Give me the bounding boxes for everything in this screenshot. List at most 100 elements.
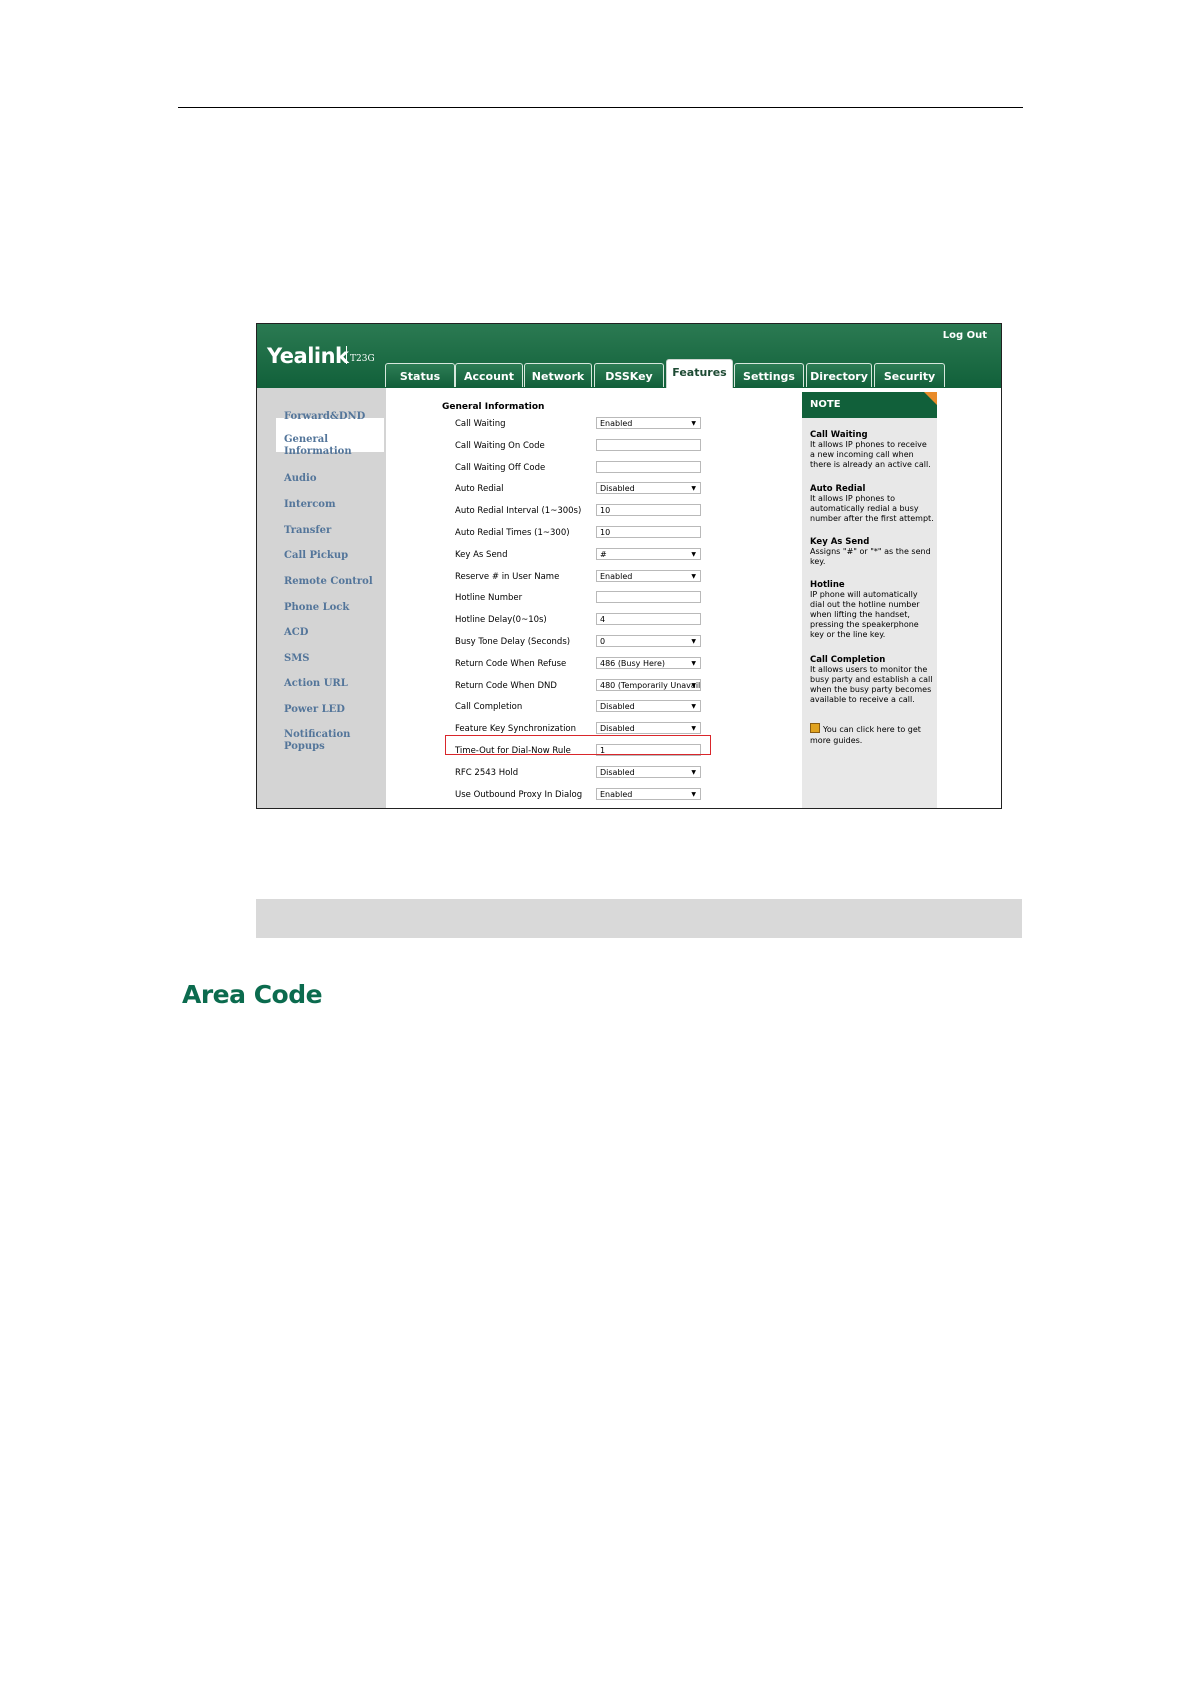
- sidebar-item-audio[interactable]: Audio: [284, 473, 317, 485]
- dropdown-arrow-icon: ▼: [691, 768, 696, 776]
- text-field[interactable]: [596, 591, 701, 604]
- field-value: 4: [600, 615, 606, 625]
- select-field[interactable]: Disabled ▼: [596, 700, 701, 713]
- note-item-text: IP phone will automatically dial out the…: [810, 590, 920, 639]
- note-item: Hotline IP phone will automatically dial …: [810, 580, 934, 640]
- tab-settings[interactable]: Settings: [734, 363, 804, 387]
- note-body: Call Waiting It allows IP phones to recei…: [802, 418, 937, 808]
- field-value: 10: [600, 528, 611, 537]
- text-field[interactable]: 10: [596, 526, 701, 538]
- tab-status[interactable]: Status: [385, 363, 455, 387]
- field-value: Disabled: [600, 484, 635, 494]
- note-item: Auto Redial It allows IP phones to automa…: [810, 484, 934, 524]
- field-value: Disabled: [600, 702, 635, 712]
- dropdown-arrow-icon: ▼: [691, 550, 696, 558]
- select-field[interactable]: Enabled ▼: [596, 417, 701, 429]
- dropdown-arrow-icon: ▼: [691, 681, 696, 689]
- note-item-title: Call Completion: [810, 655, 886, 665]
- highlight-box: [445, 735, 711, 755]
- note-item-text: It allows users to monitor the busy part…: [810, 665, 933, 704]
- sidebar-item-forward-dnd[interactable]: Forward&DND: [284, 411, 365, 423]
- book-icon: [810, 723, 820, 733]
- guide-link[interactable]: You can click here to get more guides.: [810, 723, 934, 746]
- guide-text: You can click here to get more guides.: [810, 725, 921, 745]
- select-field[interactable]: 480 (Temporarily Unavail ▼: [596, 678, 701, 691]
- tab-network[interactable]: Network: [524, 363, 592, 387]
- sidebar-item-action-url[interactable]: Action URL: [284, 678, 348, 690]
- field-label: Feature Key Synchronization: [455, 724, 577, 735]
- tab-directory[interactable]: Directory: [806, 363, 872, 387]
- dropdown-arrow-icon: ▼: [691, 790, 696, 798]
- text-field[interactable]: [596, 460, 701, 473]
- select-field[interactable]: Disabled ▼: [596, 482, 701, 495]
- sidebar-item-power-led[interactable]: Power LED: [284, 704, 345, 716]
- field-label: Auto Redial Interval (1~300s): [455, 506, 582, 517]
- header-rule: [178, 107, 1023, 108]
- tab-dsskey[interactable]: DSSKey: [594, 363, 664, 387]
- field-label: Return Code When DND: [455, 680, 557, 691]
- field-value: 0: [600, 637, 606, 646]
- field-label: Key As Send: [455, 549, 508, 560]
- settings-form: General Information Call Waiting Enabled ▼…: [386, 388, 800, 808]
- field-label: Hotline Delay(0~10s): [455, 615, 547, 626]
- note-item-text: Assigns "#" or "*" as the send key.: [810, 547, 931, 566]
- web-ui-screenshot: Yealink T23G Log Out Status Account Networ…: [256, 323, 1002, 809]
- field-label: Call Waiting: [455, 419, 506, 429]
- field-value: 486 (Busy Here): [600, 658, 666, 668]
- sidebar-item-notification-popups[interactable]: Notification Popups: [284, 729, 384, 753]
- model-label: T23G: [350, 354, 375, 364]
- select-field[interactable]: 486 (Busy Here) ▼: [596, 656, 701, 669]
- field-value: Disabled: [600, 724, 635, 734]
- field-value: Enabled: [600, 571, 633, 581]
- sidebar-item-intercom[interactable]: Intercom: [284, 499, 336, 511]
- dropdown-arrow-icon: ▼: [691, 725, 696, 733]
- dropdown-arrow-icon: ▼: [691, 485, 696, 493]
- dropdown-arrow-icon: ▼: [691, 638, 696, 645]
- field-label: Return Code When Refuse: [455, 658, 567, 669]
- logout-link[interactable]: Log Out: [943, 330, 987, 341]
- select-field[interactable]: Enabled ▼: [596, 569, 701, 582]
- field-label: Hotline Number: [455, 593, 523, 604]
- dropdown-arrow-icon: ▼: [691, 659, 696, 667]
- field-label: Auto Redial Times (1~300): [455, 528, 570, 538]
- field-value: #: [600, 549, 607, 559]
- note-item-title: Auto Redial: [810, 484, 866, 494]
- select-field[interactable]: Disabled ▼: [596, 765, 701, 778]
- yealink-logo: Yealink: [267, 344, 349, 368]
- sidebar-item-call-pickup[interactable]: Call Pickup: [284, 550, 348, 562]
- sidebar-item-sms[interactable]: SMS: [284, 653, 310, 665]
- sidebar-item-transfer[interactable]: Transfer: [284, 525, 331, 537]
- field-value: Enabled: [600, 419, 633, 428]
- text-field[interactable]: [596, 438, 701, 451]
- note-panel: NOTE Call Waiting It allows IP phones to …: [800, 388, 1001, 808]
- sidebar-item-phone-lock[interactable]: Phone Lock: [284, 602, 349, 614]
- note-item-text: It allows IP phones to automatically red…: [810, 494, 934, 523]
- note-corner-icon: [924, 392, 937, 405]
- note-item-title: Hotline: [810, 580, 845, 590]
- tab-features[interactable]: Features: [666, 359, 733, 388]
- select-field[interactable]: Disabled ▼: [596, 722, 701, 735]
- select-field[interactable]: # ▼: [596, 547, 701, 560]
- select-field[interactable]: Enabled ▼: [596, 787, 701, 800]
- field-label: Auto Redial: [455, 484, 504, 495]
- note-item-title: Key As Send: [810, 537, 870, 547]
- field-value: 480 (Temporarily Unavail: [600, 680, 701, 690]
- text-field[interactable]: 4: [596, 613, 701, 626]
- section-title: General Information: [442, 402, 545, 412]
- sidebar-item-remote-control[interactable]: Remote Control: [284, 576, 373, 588]
- note-item: Call Completion It allows users to monito…: [810, 655, 934, 705]
- note-item-text: It allows IP phones to receive a new inc…: [810, 440, 931, 469]
- note-item: Key As Send Assigns "#" or "*" as the sen…: [810, 537, 934, 567]
- sidebar-item-general-information[interactable]: General Information: [284, 434, 352, 458]
- sidebar-item-acd[interactable]: ACD: [284, 627, 308, 639]
- dropdown-arrow-icon: ▼: [691, 572, 696, 580]
- field-label: Call Waiting On Code: [455, 440, 545, 451]
- sidebar: Forward&DND General Information Audio Inter…: [266, 397, 384, 808]
- select-field[interactable]: 0 ▼: [596, 635, 701, 647]
- text-field[interactable]: 10: [596, 504, 701, 517]
- tab-account[interactable]: Account: [455, 363, 523, 387]
- note-title: NOTE: [802, 392, 937, 418]
- tab-security[interactable]: Security: [874, 363, 945, 387]
- field-value: 10: [600, 506, 611, 516]
- field-label: Use Outbound Proxy In Dialog: [455, 789, 583, 800]
